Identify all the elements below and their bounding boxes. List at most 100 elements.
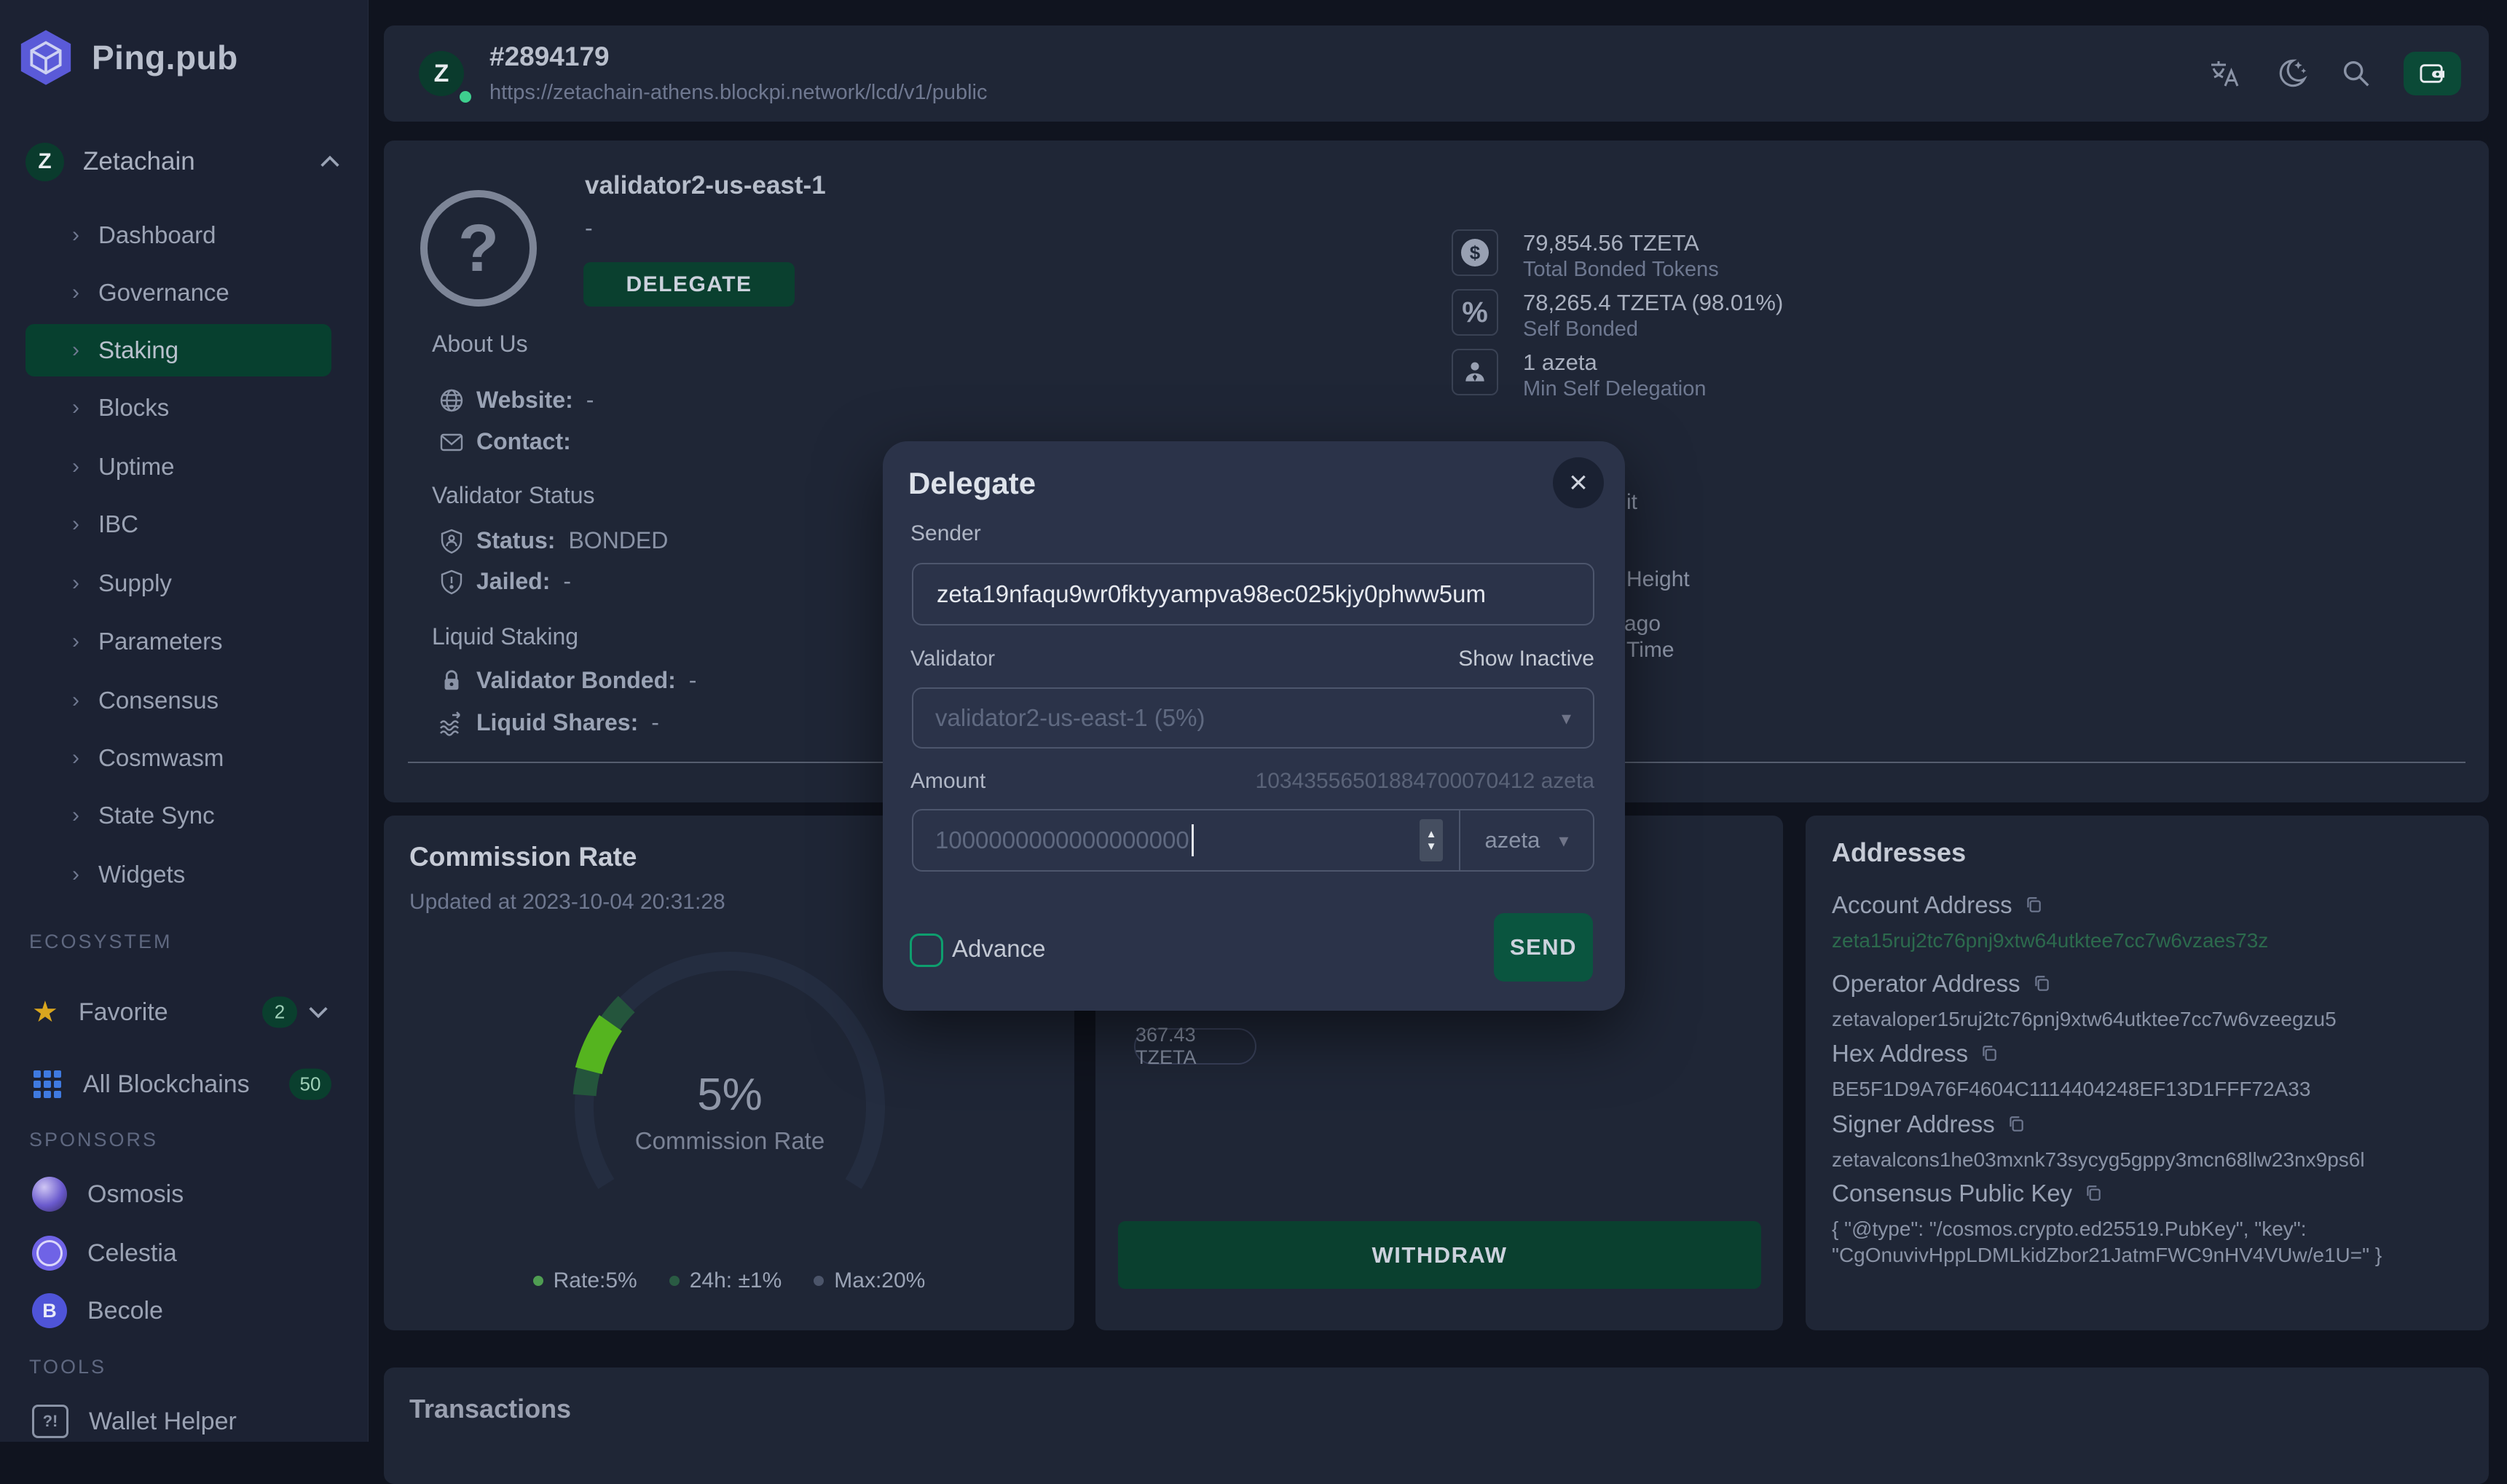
validator-select[interactable]: validator2-us-east-1 (5%) [912,687,1594,749]
sidebar: Ping.pub Zetachain Dashboard Governance … [0,0,369,1442]
chevron-right-icon [72,571,98,596]
sender-field[interactable] [912,563,1594,625]
commission-rate-label: Commission Rate [570,1127,890,1155]
chevron-right-icon [72,803,98,828]
transactions-title: Transactions [409,1394,571,1424]
liquid-shares-row: Liquid Shares: - [437,709,659,736]
block-height: #2894179 [489,42,610,72]
sidebar-item-widgets[interactable]: Widgets [25,848,331,901]
legend-dot-24h [669,1276,680,1286]
sidebar-item-becole[interactable]: Becole [0,1283,368,1338]
sidebar-item-consensus[interactable]: Consensus [25,674,331,727]
percent-icon [1452,289,1498,336]
search-icon[interactable] [2339,57,2373,90]
contact-row: Contact: [437,428,571,455]
amount-label: Amount [910,769,985,794]
lock-icon [437,668,466,693]
sidebar-item-uptime[interactable]: Uptime [25,441,331,493]
hex-address-block: Hex Address BE5F1D9A76F4604C1114404248EF… [1832,1040,2473,1102]
sender-input[interactable] [935,580,1571,609]
sidebar-item-supply[interactable]: Supply [25,557,331,609]
translate-icon[interactable] [2207,56,2242,91]
chevron-up-icon [318,153,342,170]
account-address-value[interactable]: zeta15ruj2tc76pnj9xtw64utktee7cc7w6vzaes… [1832,928,2473,954]
copy-icon[interactable] [2084,1184,2103,1203]
rewards-amount-badge: 367.43 TZETA [1134,1028,1256,1065]
star-icon [32,995,58,1029]
status-row: Status: BONDED [437,527,668,554]
page: { "app": {"brand": "Ping.pub"}, "sidebar… [0,0,2507,1442]
sender-label: Sender [910,521,981,546]
sidebar-item-ibc[interactable]: IBC [25,498,331,550]
sidebar-item-celestia[interactable]: Celestia [0,1226,368,1281]
number-spinner[interactable]: ▲▼ [1420,819,1443,861]
hex-address-value: BE5F1D9A76F4604C1114404248EF13D1FFF72A33 [1832,1076,2473,1102]
sidebar-item-state-sync[interactable]: State Sync [25,789,331,842]
validator-identity: - [585,215,593,242]
amount-field-group: 1000000000000000000 ▲▼ azeta [912,809,1594,872]
brand-name: Ping.pub [92,38,238,77]
sidebar-item-wallet-helper[interactable]: Wallet Helper [0,1394,368,1449]
waves-icon [437,709,466,736]
status-title: Validator Status [432,482,595,509]
signer-address-value: zetavalcons1he03mxnk73sycyg5gppy3mcn68ll… [1832,1147,2473,1173]
liquid-staking-title: Liquid Staking [432,623,578,650]
occluded-text-fragment: it [1626,490,1637,515]
sidebar-item-staking[interactable]: Staking [25,324,331,376]
denom-select[interactable]: azeta [1460,827,1593,853]
copy-icon[interactable] [2007,1115,2026,1134]
sidebar-item-governance[interactable]: Governance [25,267,331,319]
endpoint-header-card: #2894179 https://zetachain-athens.blockp… [384,25,2489,122]
delegator-person-icon [1452,349,1498,395]
addresses-title: Addresses [1832,837,1966,868]
sidebar-item-cosmwasm[interactable]: Cosmwasm [25,732,331,784]
chevron-right-icon [72,629,98,654]
amount-input[interactable]: 1000000000000000000 ▲▼ [913,819,1459,861]
status-value: BONDED [568,527,668,554]
section-ecosystem: ECOSYSTEM [29,931,173,953]
copy-icon[interactable] [1980,1044,1999,1063]
dark-mode-moon-icon[interactable] [2272,55,2309,92]
mail-icon [437,429,466,455]
commission-legend: Rate:5% 24h: ±1% Max:20% [384,1268,1074,1293]
available-balance: 10343556501884700070412 azeta [1256,769,1594,794]
copy-icon[interactable] [2024,896,2043,915]
sidebar-item-parameters[interactable]: Parameters [25,615,331,668]
delegate-button[interactable]: DELEGATE [583,262,795,307]
legend-dot-rate [533,1276,543,1286]
validator-select-value: validator2-us-east-1 (5%) [935,704,1205,732]
sidebar-item-blocks[interactable]: Blocks [25,382,331,434]
zetachain-icon [25,143,64,181]
about-title: About Us [432,331,528,358]
commission-updated: Updated at 2023-10-04 20:31:28 [409,890,725,915]
text-cursor [1192,824,1194,856]
celestia-icon [32,1236,67,1271]
validator-bonded-row: Validator Bonded: - [437,667,696,694]
chevron-right-icon [72,338,98,363]
close-icon[interactable] [1553,457,1604,508]
shield-alert-icon [437,569,466,595]
operator-address-value: zetavaloper15ruj2tc76pnj9xtw64utktee7cc7… [1832,1006,2473,1033]
validator-name: validator2-us-east-1 [585,171,826,200]
sidebar-chain-zetachain[interactable]: Zetachain [25,142,342,181]
send-button[interactable]: SEND [1494,913,1593,982]
advance-checkbox[interactable] [910,934,943,967]
sidebar-item-all-blockchains[interactable]: All Blockchains 50 [0,1057,368,1112]
sidebar-item-favorite[interactable]: Favorite 2 [0,984,368,1040]
sidebar-item-osmosis[interactable]: Osmosis [0,1167,368,1222]
occluded-text-fragment: Time [1626,638,1674,663]
transactions-card: Transactions [384,1367,2489,1484]
consensus-pubkey-value: { "@type": "/cosmos.crypto.ed25519.PubKe… [1832,1216,2473,1268]
copy-icon[interactable] [2032,974,2051,993]
withdraw-button[interactable]: WITHDRAW [1118,1221,1761,1289]
chevron-right-icon [72,512,98,537]
stat-self-bonded: 78,265.4 TZETA (98.01%)Self Bonded [1452,289,1783,343]
brand[interactable]: Ping.pub [16,28,238,87]
show-inactive-toggle[interactable]: Show Inactive [1458,647,1594,671]
wallet-button[interactable] [2404,52,2461,95]
validator-avatar-unknown-icon [420,190,537,307]
sidebar-item-dashboard[interactable]: Dashboard [25,209,331,261]
stat-min-self-delegation: 1 azetaMin Self Delegation [1452,349,1706,403]
legend-dot-max [814,1276,824,1286]
online-status-dot [457,89,473,105]
